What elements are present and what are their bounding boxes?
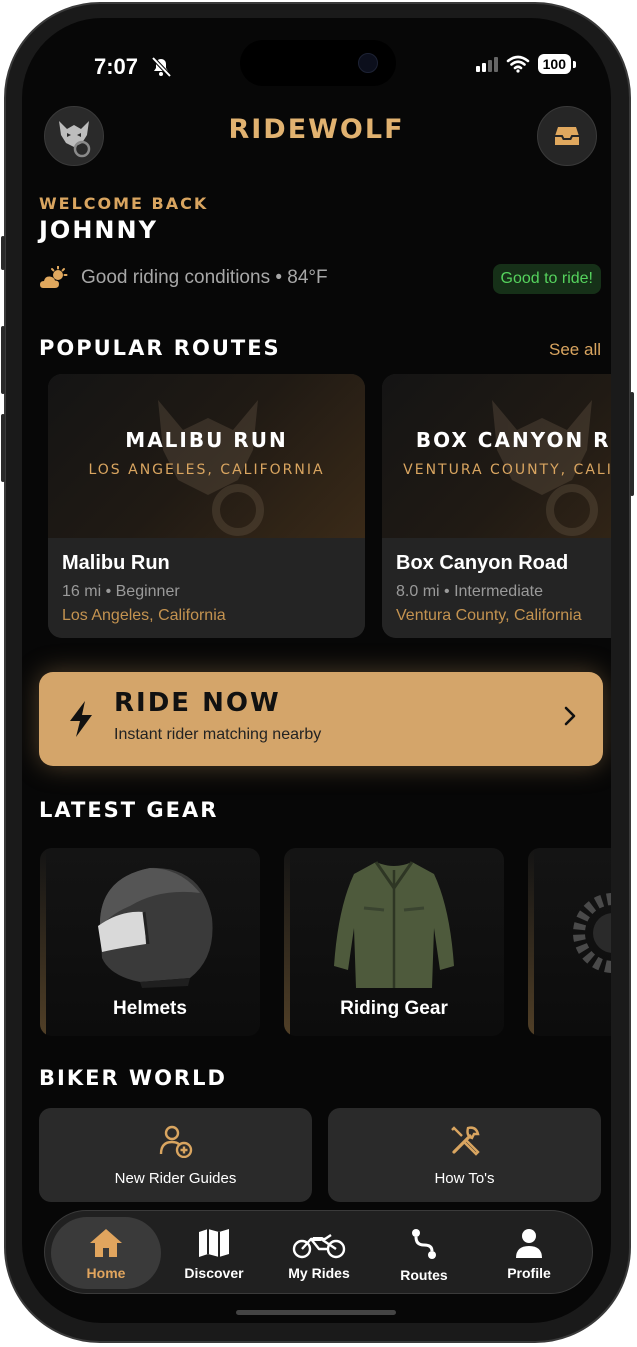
route-meta: 16 mi • Beginner — [62, 583, 180, 600]
route-location: Ventura County, California — [396, 607, 582, 624]
wolf-watermark-icon — [158, 400, 264, 536]
see-all-link[interactable]: See all — [549, 340, 601, 360]
route-hero-title: BOX CANYON ROAD — [415, 428, 611, 452]
tab-bar: Home Discover My Rides Routes Profile — [44, 1210, 593, 1294]
ride-now-title: RIDE NOW — [114, 688, 281, 718]
route-name: Box Canyon Road — [396, 552, 569, 574]
card-label: How To's — [434, 1170, 495, 1187]
gear-card[interactable]: Riding Gear — [284, 848, 504, 1036]
partly-sunny-icon — [40, 266, 68, 288]
cellular-signal-icon — [475, 56, 498, 72]
route-card[interactable]: MALIBU RUN LOS ANGELES, CALIFORNIA Malib… — [48, 374, 365, 638]
tab-label: Home — [86, 1265, 126, 1281]
route-name: Malibu Run — [62, 552, 170, 574]
volume-down-button — [1, 414, 5, 482]
weather-row: Good riding conditions • 84°F — [39, 266, 328, 290]
gear-label: Riding Gear — [340, 998, 448, 1019]
battery-indicator: 100 — [537, 54, 577, 74]
route-hero-subtitle: LOS ANGELES, CALIFORNIA — [88, 462, 325, 478]
app-logo: RIDEWOLF — [228, 114, 405, 145]
inbox-button[interactable] — [537, 106, 597, 166]
inbox-icon — [555, 127, 579, 145]
ride-status-badge: Good to ride! — [492, 264, 601, 294]
tab-home[interactable]: Home — [51, 1217, 161, 1289]
add-person-icon — [159, 1125, 192, 1158]
status-time: 7:07 — [94, 54, 139, 79]
weather-text: Good riding conditions • 84°F — [81, 267, 328, 288]
action-button — [1, 236, 5, 270]
card-label: New Rider Guides — [114, 1170, 237, 1187]
biker-world-title: BIKER WORLD — [39, 1066, 227, 1090]
map-icon — [199, 1229, 229, 1257]
how-tos-card[interactable]: How To's — [328, 1108, 601, 1202]
latest-gear-title: LATEST GEAR — [39, 798, 219, 822]
route-hero: MALIBU RUN LOS ANGELES, CALIFORNIA — [48, 374, 365, 538]
new-rider-guides-card[interactable]: New Rider Guides — [39, 1108, 312, 1202]
ride-now-subtitle: Instant rider matching nearby — [114, 726, 322, 743]
sprocket-icon — [573, 893, 611, 973]
popular-routes-title: POPULAR ROUTES — [39, 336, 281, 360]
dynamic-island — [240, 40, 396, 86]
helmet-icon — [98, 867, 213, 988]
tab-label: My Rides — [288, 1265, 350, 1281]
route-details: Malibu Run 16 mi • Beginner Los Angeles,… — [48, 538, 365, 638]
route-details: Box Canyon Road 8.0 mi • Intermediate Ve… — [382, 538, 611, 638]
volume-up-button — [1, 326, 5, 394]
ride-now-button[interactable]: RIDE NOW Instant rider matching nearby — [39, 672, 603, 766]
camera-icon — [358, 53, 378, 73]
tab-label: Routes — [400, 1267, 448, 1283]
status-icons: 100 — [475, 54, 577, 74]
welcome-label: WELCOME BACK — [39, 194, 209, 213]
motorcycle-icon — [292, 1234, 346, 1259]
route-icon — [412, 1229, 436, 1259]
tab-label: Discover — [184, 1265, 244, 1281]
jacket-icon — [334, 861, 454, 988]
tab-my-rides[interactable]: My Rides — [264, 1217, 374, 1289]
home-indicator — [236, 1310, 396, 1315]
home-icon — [90, 1229, 122, 1257]
tab-profile[interactable]: Profile — [474, 1217, 584, 1289]
wolf-watermark-icon — [492, 400, 598, 536]
lightning-icon — [70, 701, 92, 737]
tools-icon — [450, 1126, 480, 1156]
chevron-right-icon — [564, 706, 576, 726]
route-location: Los Angeles, California — [62, 607, 226, 624]
tab-routes[interactable]: Routes — [369, 1217, 479, 1289]
app-screen: 7:07 100 RIDEWOLF WELCOME BACK JOHNNY Go… — [22, 18, 611, 1323]
route-card[interactable]: BOX CANYON ROAD VENTURA COUNTY, CALIFORN… — [382, 374, 611, 638]
route-hero-title: MALIBU RUN — [125, 428, 288, 452]
wifi-icon — [506, 55, 529, 73]
person-icon — [516, 1229, 542, 1258]
user-name: JOHNNY — [39, 216, 158, 244]
gear-card[interactable]: Helmets — [40, 848, 260, 1036]
power-button — [630, 392, 634, 496]
tab-discover[interactable]: Discover — [159, 1217, 269, 1289]
route-hero: BOX CANYON ROAD VENTURA COUNTY, CALIFORN… — [382, 374, 611, 538]
gear-card[interactable] — [528, 848, 611, 1036]
route-meta: 8.0 mi • Intermediate — [396, 583, 543, 600]
tab-label: Profile — [507, 1265, 551, 1281]
gear-label: Helmets — [113, 998, 187, 1019]
bell-slash-icon — [151, 56, 172, 78]
route-hero-subtitle: VENTURA COUNTY, CALIFORNIA — [403, 462, 611, 478]
